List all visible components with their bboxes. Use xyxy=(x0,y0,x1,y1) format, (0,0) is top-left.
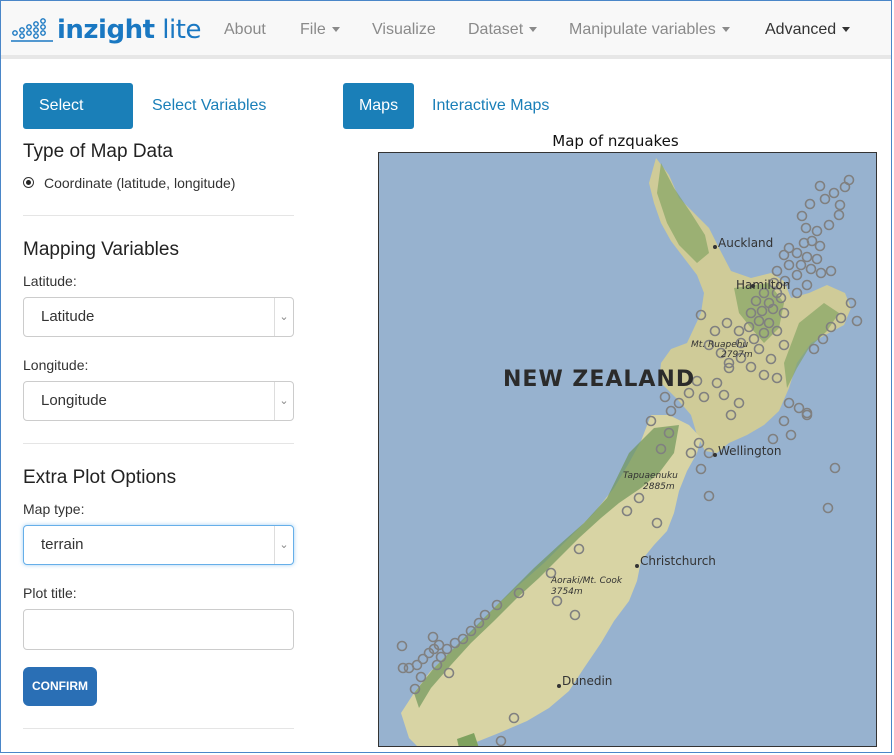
chevron-down-icon xyxy=(721,27,730,33)
nav-visualize[interactable]: Visualize xyxy=(372,21,436,39)
divider xyxy=(23,728,294,729)
plot-title-label: Plot title: xyxy=(23,585,77,601)
map-type-select[interactable]: terrain ⌄ xyxy=(23,525,294,565)
plot-title-input[interactable] xyxy=(23,609,294,650)
country-label: NEW ZEALAND xyxy=(503,367,695,392)
city-label-christchurch: Christchurch xyxy=(640,554,716,568)
tab-select-variables[interactable]: Select Variables xyxy=(136,83,282,129)
map-canvas: Auckland Hamilton Mt. Ruapehu 2797m NEW … xyxy=(379,153,876,746)
city-label-auckland: Auckland xyxy=(718,236,773,250)
latitude-select-value: Latitude xyxy=(41,308,95,325)
chevron-down-icon xyxy=(331,27,340,33)
brand-logo[interactable]: inzight lite xyxy=(9,15,201,45)
map-data-type-heading: Type of Map Data xyxy=(23,141,173,162)
city-label-hamilton: Hamilton xyxy=(736,278,790,292)
mapping-variables-heading: Mapping Variables xyxy=(23,239,179,260)
tab-select-map[interactable]: Select Map xyxy=(23,83,133,160)
peak-label-ruapehu-height: 2797m xyxy=(721,350,753,360)
map-title: Map of nzquakes xyxy=(552,132,679,150)
city-marker xyxy=(713,245,717,249)
city-label-wellington: Wellington xyxy=(718,444,781,458)
city-label-dunedin: Dunedin xyxy=(562,674,612,688)
chevron-down-icon xyxy=(842,27,851,33)
coordinate-radio[interactable] xyxy=(23,177,34,188)
nav-dataset[interactable]: Dataset xyxy=(468,21,538,39)
divider xyxy=(23,215,294,216)
map-type-select-value: terrain xyxy=(41,536,84,553)
navbar: inzight lite About File Visualize Datase… xyxy=(1,1,892,59)
inzight-logo-icon xyxy=(11,18,53,42)
longitude-select-value: Longitude xyxy=(41,392,107,409)
longitude-select[interactable]: Longitude ⌄ xyxy=(23,381,294,421)
chevron-down-icon xyxy=(529,27,538,33)
extra-plot-options-heading: Extra Plot Options xyxy=(23,467,177,488)
coordinate-option-label: Coordinate (latitude, longitude) xyxy=(44,175,236,191)
city-marker xyxy=(557,684,561,688)
chevron-down-icon: ⌄ xyxy=(274,382,293,420)
longitude-label: Longitude: xyxy=(23,357,89,373)
chevron-down-icon: ⌄ xyxy=(274,298,293,336)
tab-interactive-maps[interactable]: Interactive Maps xyxy=(416,83,565,129)
peak-label-tapuaenuku: Tapuaenuku xyxy=(623,471,678,481)
nav-manipulate-variables[interactable]: Manipulate variables xyxy=(569,21,730,39)
tab-maps[interactable]: Maps xyxy=(343,83,414,129)
brand-name: inzight lite xyxy=(57,15,201,45)
city-marker xyxy=(713,453,717,457)
nav-advanced[interactable]: Advanced xyxy=(765,21,851,39)
terrain-map[interactable]: Auckland Hamilton Mt. Ruapehu 2797m NEW … xyxy=(378,152,877,747)
confirm-button[interactable]: CONFIRM xyxy=(23,667,97,706)
chevron-down-icon: ⌄ xyxy=(274,526,293,564)
city-marker xyxy=(635,564,639,568)
nav-file[interactable]: File xyxy=(300,21,340,39)
peak-label-tapuaenuku-height: 2885m xyxy=(643,482,675,492)
map-type-label: Map type: xyxy=(23,501,85,517)
nav-about[interactable]: About xyxy=(224,21,266,39)
peak-label-cook: Aoraki/Mt. Cook xyxy=(550,576,623,586)
peak-label-cook-height: 3754m xyxy=(551,587,583,597)
latitude-label: Latitude: xyxy=(23,273,77,289)
peak-label-ruapehu: Mt. Ruapehu xyxy=(691,340,748,350)
divider xyxy=(23,443,294,444)
latitude-select[interactable]: Latitude ⌄ xyxy=(23,297,294,337)
